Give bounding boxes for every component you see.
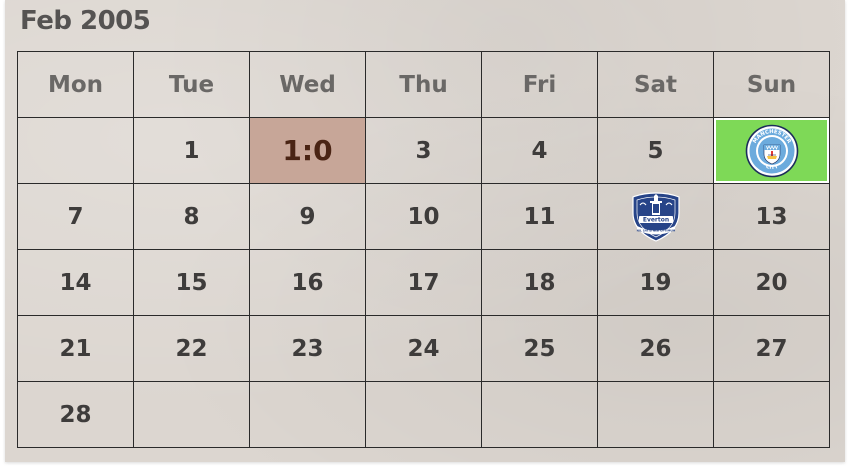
manchester-city-crest-icon: MANCHESTER CITY [745, 124, 798, 177]
day-cell-7[interactable]: 7 [18, 184, 134, 250]
day-cell-25[interactable]: 25 [482, 316, 598, 382]
day-cell-17[interactable]: 17 [366, 250, 482, 316]
day-cell-14[interactable]: 14 [18, 250, 134, 316]
weekday-sat: Sat [598, 52, 714, 118]
day-cell-10[interactable]: 10 [366, 184, 482, 250]
day-cell-16[interactable]: 16 [250, 250, 366, 316]
day-cell-21[interactable]: 21 [18, 316, 134, 382]
weekday-fri: Fri [482, 52, 598, 118]
match-score-cell[interactable]: 1:0 [250, 118, 366, 184]
day-cell-23[interactable]: 23 [250, 316, 366, 382]
day-cell-20[interactable]: 20 [714, 250, 830, 316]
day-cell-28[interactable]: 28 [18, 382, 134, 448]
weekday-mon: Mon [18, 52, 134, 118]
svg-text:NIL SATIS NISI OPTIMUM: NIL SATIS NISI OPTIMUM [636, 228, 675, 232]
weekday-wed: Wed [250, 52, 366, 118]
day-cell-empty [134, 382, 250, 448]
day-cell-27[interactable]: 27 [714, 316, 830, 382]
day-cell-man-city-match[interactable]: MANCHESTER CITY [714, 118, 830, 184]
weekday-thu: Thu [366, 52, 482, 118]
day-cell-empty [18, 118, 134, 184]
weekday-sun: Sun [714, 52, 830, 118]
day-cell-19[interactable]: 19 [598, 250, 714, 316]
weekday-tue: Tue [134, 52, 250, 118]
day-cell-26[interactable]: 26 [598, 316, 714, 382]
day-cell-22[interactable]: 22 [134, 316, 250, 382]
calendar-card: Feb 2005 Mon Tue Wed Thu Fri Sat Sun 1 1… [5, 0, 845, 462]
calendar-title: Feb 2005 [20, 6, 151, 36]
calendar-grid: Mon Tue Wed Thu Fri Sat Sun 1 1:0 3 4 5 [17, 51, 830, 448]
day-cell-5[interactable]: 5 [598, 118, 714, 184]
everton-crest-icon: Everton NIL SATIS NISI OPTIMUM [631, 191, 680, 242]
day-cell-13[interactable]: 13 [714, 184, 830, 250]
day-cell-11[interactable]: 11 [482, 184, 598, 250]
day-cell-24[interactable]: 24 [366, 316, 482, 382]
day-cell-18[interactable]: 18 [482, 250, 598, 316]
day-cell-9[interactable]: 9 [250, 184, 366, 250]
day-cell-4[interactable]: 4 [482, 118, 598, 184]
day-cell-empty [598, 382, 714, 448]
day-cell-everton-match[interactable]: Everton NIL SATIS NISI OPTIMUM [598, 184, 714, 250]
day-cell-3[interactable]: 3 [366, 118, 482, 184]
day-cell-15[interactable]: 15 [134, 250, 250, 316]
day-cell-empty [714, 382, 830, 448]
day-cell-empty [482, 382, 598, 448]
day-cell-8[interactable]: 8 [134, 184, 250, 250]
day-cell-empty [250, 382, 366, 448]
svg-text:Everton: Everton [642, 216, 668, 223]
day-cell-empty [366, 382, 482, 448]
day-cell-1[interactable]: 1 [134, 118, 250, 184]
